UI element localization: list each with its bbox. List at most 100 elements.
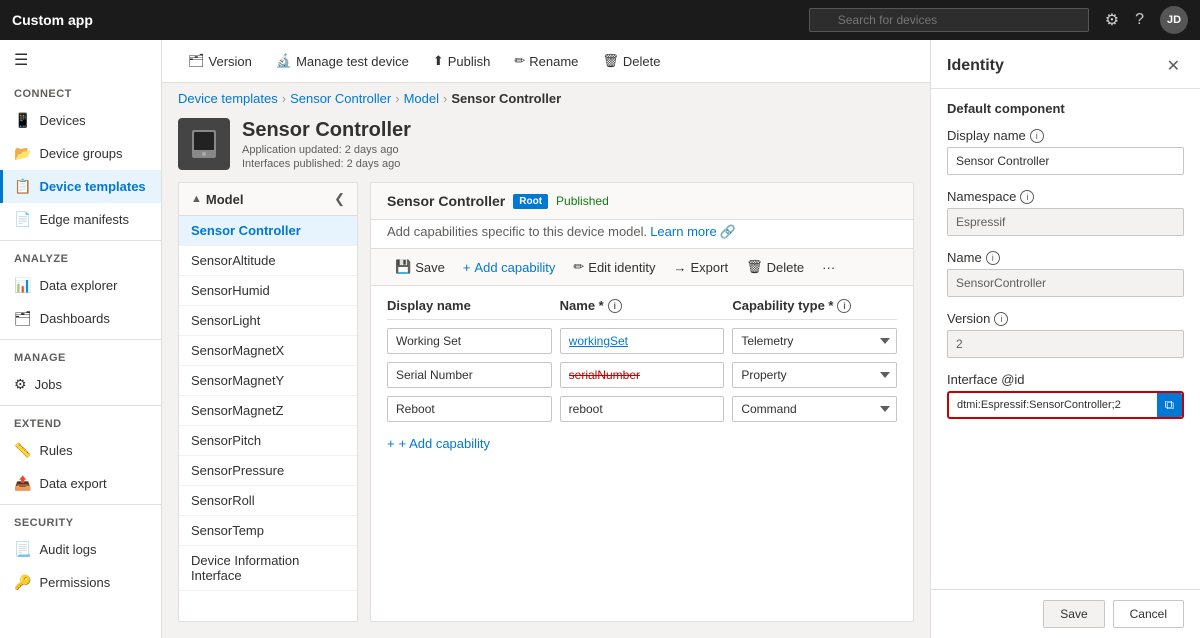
- copy-interface-id-button[interactable]: ⧉: [1157, 393, 1182, 417]
- sidebar: ☰ Connect 📱 Devices 📂 Device groups 📋 De…: [0, 40, 162, 638]
- sidebar-item-devices[interactable]: 📱 Devices: [0, 104, 161, 137]
- tree-item-9[interactable]: SensorRoll: [179, 486, 357, 516]
- tree-item-0[interactable]: Sensor Controller: [179, 216, 357, 246]
- publish-icon: ⬆: [433, 53, 444, 69]
- row1-name[interactable]: [560, 362, 725, 388]
- identity-save-button[interactable]: Save: [1043, 600, 1104, 628]
- devices-icon: 📱: [14, 112, 31, 129]
- panel-export-button[interactable]: → Export: [665, 256, 736, 279]
- sidebar-label-rules: Rules: [39, 443, 72, 458]
- field-name-group: Name i: [947, 250, 1184, 297]
- badge-published: Published: [556, 194, 609, 208]
- topbar: Custom app 🔍 ⚙ ? JD: [0, 0, 1200, 40]
- panel-edit-identity-button[interactable]: ✏ Edit identity: [565, 255, 663, 279]
- publish-button[interactable]: ⬆ Publish: [423, 48, 501, 74]
- tree-items: Sensor Controller SensorAltitude SensorH…: [179, 216, 357, 621]
- identity-body: Default component Display name i Namespa…: [931, 89, 1200, 589]
- section-analyze: Analyze: [0, 245, 161, 269]
- row2-name[interactable]: [560, 396, 725, 422]
- panel-add-capability-button[interactable]: + Add capability: [455, 256, 564, 279]
- tree-item-10[interactable]: SensorTemp: [179, 516, 357, 546]
- divider-3: [0, 405, 161, 406]
- sidebar-item-rules[interactable]: 📏 Rules: [0, 434, 161, 467]
- row1-display-name[interactable]: [387, 362, 552, 388]
- copy-icon: ⧉: [1165, 397, 1174, 413]
- tree-item-8[interactable]: SensorPressure: [179, 456, 357, 486]
- identity-title: Identity: [947, 57, 1004, 75]
- panel-save-button[interactable]: 💾 Save: [387, 255, 453, 279]
- tree-item-3[interactable]: SensorLight: [179, 306, 357, 336]
- row0-name[interactable]: [560, 328, 725, 354]
- sidebar-label-permissions: Permissions: [39, 575, 110, 590]
- capability-row-1: Telemetry Property Command: [387, 362, 897, 388]
- sidebar-item-data-export[interactable]: 📤 Data export: [0, 467, 161, 500]
- name-info-icon: i: [986, 251, 1000, 265]
- panel-delete-icon: 🗑: [746, 259, 763, 275]
- display-name-input[interactable]: [947, 147, 1184, 175]
- sidebar-item-data-explorer[interactable]: 📊 Data explorer: [0, 269, 161, 302]
- tree-item-11[interactable]: Device Information Interface: [179, 546, 357, 591]
- row0-display-name[interactable]: [387, 328, 552, 354]
- tree-item-6[interactable]: SensorMagnetZ: [179, 396, 357, 426]
- name-input: [947, 269, 1184, 297]
- identity-close-button[interactable]: ✕: [1163, 54, 1184, 78]
- panel-delete-label: Delete: [767, 260, 805, 275]
- tree-item-2[interactable]: SensorHumid: [179, 276, 357, 306]
- identity-cancel-button[interactable]: Cancel: [1113, 600, 1184, 628]
- sidebar-item-edge-manifests[interactable]: 📄 Edge manifests: [0, 203, 161, 236]
- row1-capability-type[interactable]: Telemetry Property Command: [732, 362, 897, 388]
- breadcrumb-item-2[interactable]: Model: [404, 91, 439, 106]
- row2-capability-type[interactable]: Telemetry Property Command: [732, 396, 897, 422]
- version-label: Version: [209, 54, 252, 69]
- data-explorer-icon: 📊: [14, 277, 31, 294]
- sidebar-label-jobs: Jobs: [35, 377, 62, 392]
- sidebar-item-permissions[interactable]: 🔑 Permissions: [0, 566, 161, 599]
- sidebar-item-device-groups[interactable]: 📂 Device groups: [0, 137, 161, 170]
- hamburger-icon[interactable]: ☰: [0, 40, 161, 80]
- tree-collapse-icon[interactable]: ▲: [191, 193, 202, 205]
- breadcrumb-item-0[interactable]: Device templates: [178, 91, 278, 106]
- field-interface-id-label: Interface @id: [947, 372, 1184, 387]
- add-capability-bottom-button[interactable]: + + Add capability: [387, 430, 490, 457]
- audit-logs-icon: 📃: [14, 541, 31, 558]
- avatar[interactable]: JD: [1160, 6, 1188, 34]
- save-label: Save: [415, 260, 445, 275]
- version-button[interactable]: 🗂 Version: [178, 48, 262, 74]
- tree-item-7[interactable]: SensorPitch: [179, 426, 357, 456]
- sidebar-item-audit-logs[interactable]: 📃 Audit logs: [0, 533, 161, 566]
- tree-chevron-icon[interactable]: ❮: [334, 191, 345, 207]
- breadcrumb-item-1[interactable]: Sensor Controller: [290, 91, 391, 106]
- settings-icon[interactable]: ⚙: [1105, 10, 1119, 30]
- rename-button[interactable]: ✏ Rename: [504, 48, 588, 74]
- sidebar-item-dashboards[interactable]: 🗂 Dashboards: [0, 302, 161, 335]
- sidebar-label-audit-logs: Audit logs: [39, 542, 96, 557]
- manage-test-device-label: Manage test device: [296, 54, 409, 69]
- sidebar-item-device-templates[interactable]: 📋 Device templates: [0, 170, 161, 203]
- tree-header-text: Model: [206, 192, 244, 207]
- publish-label: Publish: [448, 54, 491, 69]
- tree-item-1[interactable]: SensorAltitude: [179, 246, 357, 276]
- capability-row-0: Telemetry Property Command: [387, 328, 897, 354]
- topbar-icons: ⚙ ? JD: [1105, 6, 1188, 34]
- delete-icon: 🗑: [602, 53, 619, 69]
- panel-delete-button[interactable]: 🗑 Delete: [738, 255, 812, 279]
- main-layout: ☰ Connect 📱 Devices 📂 Device groups 📋 De…: [0, 40, 1200, 638]
- identity-panel: Identity ✕ Default component Display nam…: [930, 40, 1200, 638]
- tree-item-4[interactable]: SensorMagnetX: [179, 336, 357, 366]
- sidebar-item-jobs[interactable]: ⚙ Jobs: [0, 368, 161, 401]
- interface-id-input[interactable]: [949, 393, 1157, 417]
- row0-capability-type[interactable]: Telemetry Property Command: [732, 328, 897, 354]
- learn-more-link[interactable]: Learn more: [650, 224, 716, 239]
- row2-display-name[interactable]: [387, 396, 552, 422]
- breadcrumb-item-3: Sensor Controller: [451, 91, 561, 106]
- device-avatar: [178, 118, 230, 170]
- manage-test-device-button[interactable]: 🔬 Manage test device: [266, 48, 419, 74]
- help-icon[interactable]: ?: [1135, 11, 1144, 29]
- breadcrumb-sep-0: ›: [282, 91, 286, 106]
- jobs-icon: ⚙: [14, 376, 27, 393]
- tree-item-5[interactable]: SensorMagnetY: [179, 366, 357, 396]
- panel-more-button[interactable]: ···: [814, 256, 843, 279]
- search-input[interactable]: [809, 8, 1089, 32]
- delete-button[interactable]: 🗑 Delete: [592, 48, 670, 74]
- sidebar-label-edge-manifests: Edge manifests: [39, 212, 129, 227]
